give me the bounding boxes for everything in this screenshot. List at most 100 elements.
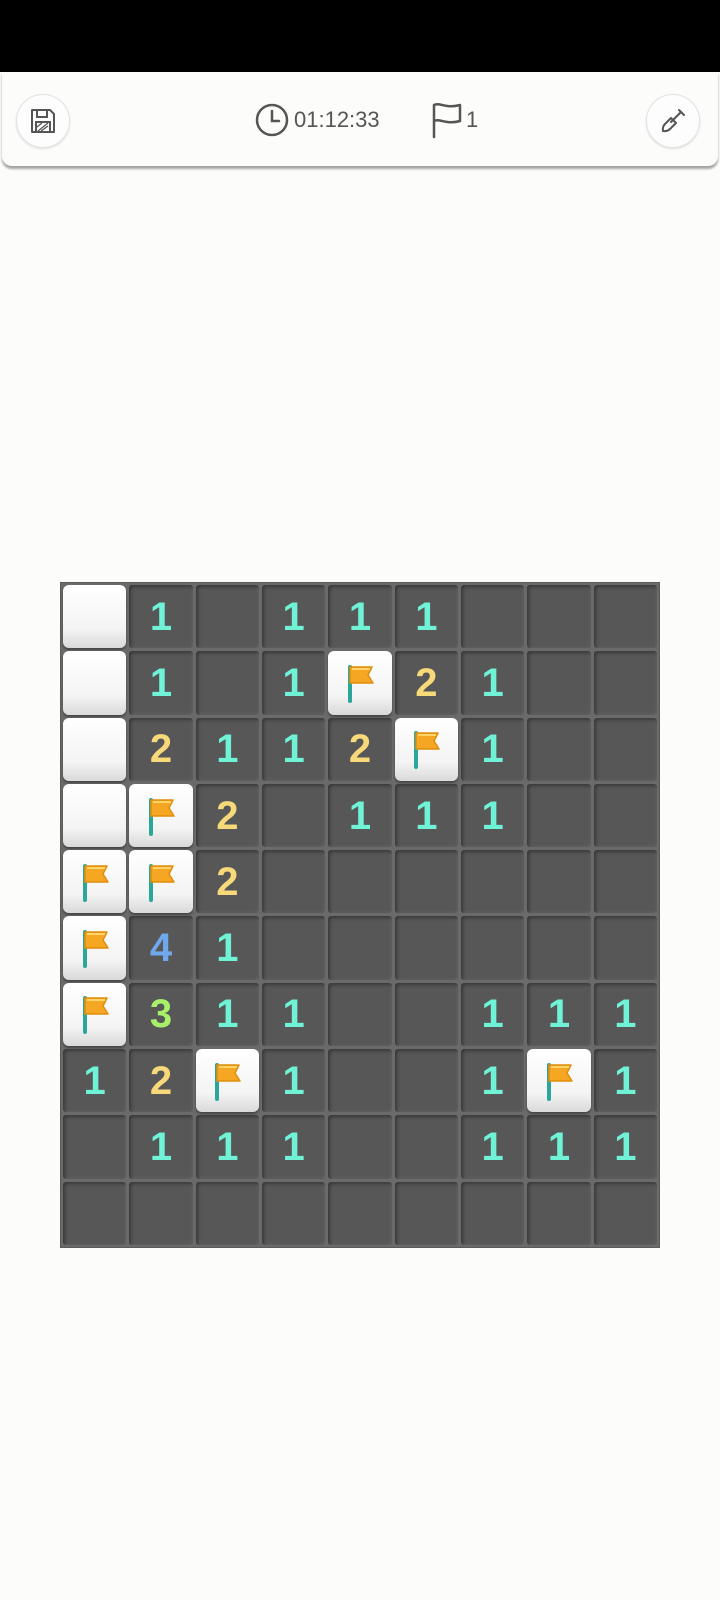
- number-cell[interactable]: 1: [527, 982, 591, 1047]
- empty-cell[interactable]: [63, 1181, 127, 1245]
- number-cell[interactable]: 2: [328, 717, 392, 781]
- empty-cell[interactable]: [527, 850, 591, 914]
- flagged-cell[interactable]: [527, 1049, 591, 1113]
- shovel-icon: [661, 109, 685, 133]
- empty-cell[interactable]: [261, 850, 326, 914]
- empty-cell[interactable]: [328, 982, 392, 1047]
- number-cell[interactable]: 1: [261, 717, 326, 781]
- empty-cell[interactable]: [593, 651, 657, 715]
- number-cell[interactable]: 1: [460, 1115, 525, 1179]
- number-cell[interactable]: 1: [394, 783, 458, 848]
- clock-icon: [255, 103, 289, 137]
- flag-icon: [215, 1062, 242, 1101]
- number-cell[interactable]: 2: [195, 850, 259, 914]
- number-cell[interactable]: 1: [129, 1115, 193, 1179]
- number-cell[interactable]: 1: [460, 783, 525, 848]
- number-cell[interactable]: 1: [129, 651, 193, 715]
- empty-cell[interactable]: [394, 916, 458, 980]
- number-cell[interactable]: 2: [129, 717, 193, 781]
- number-cell[interactable]: 1: [593, 1115, 657, 1179]
- number-cell[interactable]: 1: [195, 982, 259, 1047]
- dig-mode-button[interactable]: [646, 94, 700, 148]
- number-cell[interactable]: 1: [593, 1049, 657, 1113]
- empty-cell[interactable]: [195, 651, 259, 715]
- number-cell[interactable]: 1: [63, 1049, 127, 1113]
- flagged-cell[interactable]: [129, 850, 193, 914]
- number-cell[interactable]: 2: [129, 1049, 193, 1113]
- empty-cell[interactable]: [593, 585, 657, 649]
- number-cell[interactable]: 1: [261, 651, 326, 715]
- empty-cell[interactable]: [593, 783, 657, 848]
- number-cell[interactable]: 1: [195, 916, 259, 980]
- number-cell[interactable]: 2: [195, 783, 259, 848]
- covered-cell[interactable]: [63, 717, 127, 781]
- empty-cell[interactable]: [527, 783, 591, 848]
- covered-cell[interactable]: [63, 783, 127, 848]
- number-cell[interactable]: 1: [261, 585, 326, 649]
- empty-cell[interactable]: [593, 1181, 657, 1245]
- flagged-cell[interactable]: [195, 1049, 259, 1113]
- number-cell[interactable]: 1: [460, 1049, 525, 1113]
- empty-cell[interactable]: [394, 1049, 458, 1113]
- number-cell[interactable]: 1: [593, 982, 657, 1047]
- empty-cell[interactable]: [527, 651, 591, 715]
- empty-cell[interactable]: [328, 916, 392, 980]
- covered-cell[interactable]: [63, 585, 127, 649]
- empty-cell[interactable]: [328, 1115, 392, 1179]
- empty-cell[interactable]: [261, 1181, 326, 1245]
- empty-cell[interactable]: [63, 1115, 127, 1179]
- flagged-cell[interactable]: [328, 651, 392, 715]
- empty-cell[interactable]: [460, 1181, 525, 1245]
- empty-cell[interactable]: [527, 585, 591, 649]
- empty-cell[interactable]: [527, 717, 591, 781]
- empty-cell[interactable]: [195, 585, 259, 649]
- empty-cell[interactable]: [394, 850, 458, 914]
- empty-cell[interactable]: [261, 783, 326, 848]
- number-cell[interactable]: 1: [460, 651, 525, 715]
- flag-icon: [82, 996, 109, 1035]
- number-cell[interactable]: 1: [261, 1049, 326, 1113]
- empty-cell[interactable]: [593, 717, 657, 781]
- number-cell[interactable]: 2: [394, 651, 458, 715]
- empty-cell[interactable]: [129, 1181, 193, 1245]
- number-cell[interactable]: 1: [129, 585, 193, 649]
- number-cell[interactable]: 1: [261, 982, 326, 1047]
- number-cell[interactable]: 3: [129, 982, 193, 1047]
- empty-cell[interactable]: [460, 850, 525, 914]
- flagged-cell[interactable]: [129, 783, 193, 848]
- number-cell[interactable]: 1: [195, 717, 259, 781]
- empty-cell[interactable]: [593, 916, 657, 980]
- empty-cell[interactable]: [195, 1181, 259, 1245]
- empty-cell[interactable]: [328, 850, 392, 914]
- number-cell[interactable]: 1: [460, 982, 525, 1047]
- empty-cell[interactable]: [460, 916, 525, 980]
- number-cell[interactable]: 1: [195, 1115, 259, 1179]
- number-cell[interactable]: 1: [261, 1115, 326, 1179]
- empty-cell[interactable]: [328, 1181, 392, 1245]
- empty-cell[interactable]: [460, 585, 525, 649]
- timer: 01:12:33: [254, 102, 380, 138]
- number-cell[interactable]: 1: [328, 783, 392, 848]
- number-cell[interactable]: 4: [129, 916, 193, 980]
- flagged-cell[interactable]: [63, 850, 127, 914]
- empty-cell[interactable]: [394, 982, 458, 1047]
- flagged-cell[interactable]: [63, 916, 127, 980]
- empty-cell[interactable]: [261, 916, 326, 980]
- flagged-cell[interactable]: [63, 982, 127, 1047]
- number-cell[interactable]: 1: [394, 585, 458, 649]
- flag-outline-icon: [432, 103, 462, 139]
- number-cell[interactable]: 1: [328, 585, 392, 649]
- flagged-cell[interactable]: [394, 717, 458, 781]
- save-button[interactable]: [16, 94, 70, 148]
- flag-icon: [347, 664, 374, 703]
- covered-cell[interactable]: [63, 651, 127, 715]
- empty-cell[interactable]: [527, 1181, 591, 1245]
- empty-cell[interactable]: [394, 1181, 458, 1245]
- empty-cell[interactable]: [394, 1115, 458, 1179]
- empty-cell[interactable]: [328, 1049, 392, 1113]
- empty-cell[interactable]: [527, 916, 591, 980]
- number-cell[interactable]: 1: [527, 1115, 591, 1179]
- empty-cell[interactable]: [593, 850, 657, 914]
- flag-icon: [546, 1062, 573, 1101]
- number-cell[interactable]: 1: [460, 717, 525, 781]
